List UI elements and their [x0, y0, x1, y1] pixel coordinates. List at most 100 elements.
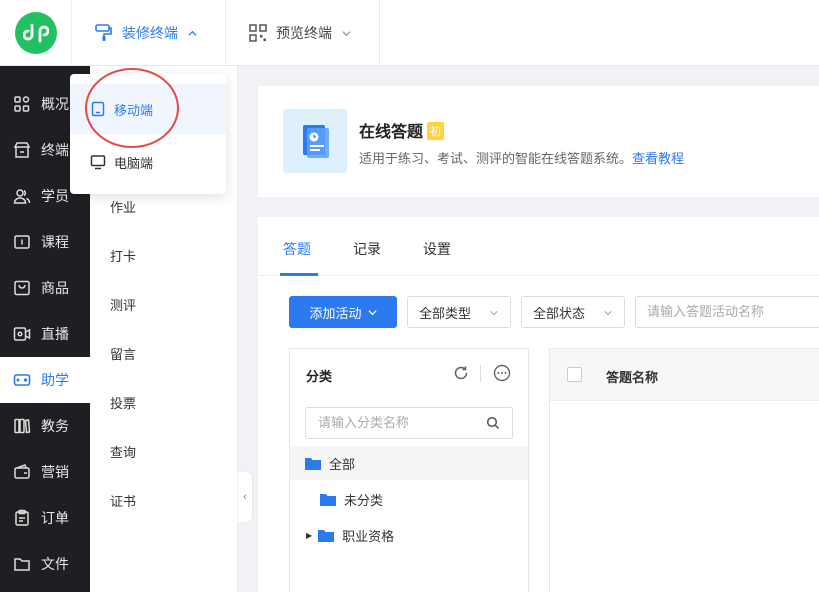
folder-icon [305, 457, 321, 470]
select-all-checkbox[interactable] [567, 367, 582, 382]
link-logo-icon [22, 23, 49, 43]
sidebar-item-label: 助学 [41, 372, 69, 388]
type-select[interactable]: 全部类型 [407, 296, 511, 328]
quiz-main-card: 答题 记录 设置 添加活动 全部类型 全部状态 请输入答题活动名称 分类 请输入… [258, 217, 819, 592]
subnav-item-assessment[interactable]: 测评 [110, 295, 136, 314]
sidebar-item-files[interactable]: 文件 [0, 541, 90, 587]
nav-decor-label: 装修终端 [122, 25, 178, 41]
sidebar-item-assist[interactable]: 助学 [0, 357, 90, 403]
tree-item-label: 全部 [329, 456, 356, 472]
tree-item-all[interactable]: 全部 [290, 446, 528, 480]
dropdown-item-label: 电脑端 [114, 155, 154, 171]
tree-item-label: 职业资格 [342, 528, 395, 544]
category-title: 分类 [306, 369, 333, 384]
app-description-text: 适用于练习、考试、测评的智能在线答题系统。 [359, 151, 633, 166]
sidebar-item-courses[interactable]: 课程 [0, 219, 90, 265]
app-title: 在线答题初 [359, 118, 445, 142]
status-select[interactable]: 全部状态 [521, 296, 625, 328]
chevron-up-icon [188, 30, 197, 36]
sidebar-item-label: 终端 [41, 142, 69, 158]
paint-roller-icon [95, 24, 112, 41]
sidebar-item-goods[interactable]: 商品 [0, 265, 90, 311]
clipboard-icon [15, 509, 29, 526]
sidebar-item-live[interactable]: 直播 [0, 311, 90, 357]
sidebar-item-label: 直播 [41, 326, 69, 342]
nav-decor-terminal[interactable]: 装修终端 [72, 0, 226, 66]
logo-cell [0, 0, 72, 66]
category-search-placeholder: 请输入分类名称 [318, 415, 410, 430]
caret-right-icon[interactable]: ▶ [306, 531, 312, 540]
sidebar-item-label: 课程 [41, 234, 69, 250]
wallet-icon [14, 464, 30, 479]
tab-settings[interactable]: 设置 [423, 239, 451, 259]
mobile-icon [91, 101, 105, 117]
table-header: 答题名称 [550, 349, 819, 401]
chevron-down-icon [367, 309, 377, 315]
app-level-badge: 初 [427, 122, 445, 140]
app-description: 适用于练习、考试、测评的智能在线答题系统。查看教程 [359, 148, 684, 167]
folder-icon [318, 529, 335, 542]
subnav-item-checkin[interactable]: 打卡 [110, 246, 136, 265]
tree-item-uncategorized[interactable]: 未分类 [290, 482, 528, 516]
quiz-table: 答题名称 [549, 348, 819, 592]
tab-records[interactable]: 记录 [353, 239, 381, 259]
app-title-text: 在线答题 [359, 124, 424, 141]
divider [480, 365, 481, 382]
sidebar-item-marketing[interactable]: 营销 [0, 449, 90, 495]
folder-icon [14, 558, 30, 571]
tab-quiz[interactable]: 答题 [283, 239, 311, 259]
sidebar-item-label: 文件 [41, 556, 69, 572]
nav-preview-label: 预览终端 [276, 25, 332, 41]
subnav-item-homework[interactable]: 作业 [110, 197, 136, 216]
dropdown-item-label: 移动端 [114, 102, 154, 118]
chevron-left-icon: ‹ [243, 491, 247, 503]
dropdown-item-mobile[interactable]: 移动端 [70, 84, 226, 134]
subnav-item-query[interactable]: 查询 [110, 442, 136, 461]
type-select-value: 全部类型 [419, 305, 472, 321]
monitor-icon [90, 155, 106, 170]
app-logo[interactable] [14, 12, 57, 54]
sidebar-item-label: 营销 [41, 464, 69, 480]
sidebar-item-label: 学员 [41, 188, 69, 204]
top-header: 装修终端 预览终端 [0, 0, 819, 66]
books-icon [14, 418, 31, 434]
chevron-down-icon [490, 311, 498, 316]
sidebar-item-label: 订单 [41, 510, 69, 526]
nav-preview-terminal[interactable]: 预览终端 [226, 0, 380, 66]
sidebar-item-orders[interactable]: 订单 [0, 495, 90, 541]
sidebar-item-label: 教务 [41, 418, 69, 434]
subnav-item-message[interactable]: 留言 [110, 344, 136, 363]
category-search-input[interactable]: 请输入分类名称 [305, 407, 513, 439]
tree-item-qualification[interactable]: ▶ 职业资格 [290, 518, 528, 552]
activity-search-input[interactable]: 请输入答题活动名称 [635, 296, 819, 328]
chevron-down-icon [342, 30, 351, 36]
tutorial-link[interactable]: 查看教程 [632, 151, 684, 166]
store-icon [13, 142, 31, 158]
users-icon [13, 189, 31, 204]
chevron-down-icon [604, 311, 612, 316]
category-panel: 分类 请输入分类名称 全部 未分类 ▶ 职业资格 [289, 348, 529, 592]
status-select-value: 全部状态 [533, 305, 586, 321]
grid-icon [14, 96, 30, 112]
column-quiz-name: 答题名称 [606, 370, 659, 385]
sidebar-item-label: 商品 [41, 280, 69, 296]
active-tab-indicator [280, 273, 318, 276]
refresh-icon[interactable] [452, 364, 470, 382]
search-icon [486, 416, 500, 430]
add-activity-button[interactable]: 添加活动 [289, 296, 397, 328]
add-activity-label: 添加活动 [309, 305, 362, 321]
collapse-subnav-button[interactable]: ‹ [238, 472, 252, 522]
dropdown-item-pc[interactable]: 电脑端 [70, 137, 226, 187]
folder-icon [320, 493, 336, 506]
terminal-dropdown-menu: 移动端 电脑端 [70, 74, 226, 194]
app-info-card: 在线答题初 适用于练习、考试、测评的智能在线答题系统。查看教程 [258, 86, 819, 197]
subnav-item-certificate[interactable]: 证书 [110, 491, 136, 510]
subnav-item-vote[interactable]: 投票 [110, 393, 136, 412]
course-icon [14, 235, 30, 249]
document-clock-icon [303, 125, 329, 158]
more-icon[interactable] [493, 364, 511, 382]
gamepad-icon [13, 374, 31, 386]
tab-bar: 答题 记录 设置 [258, 217, 819, 276]
sidebar-item-academic[interactable]: 教务 [0, 403, 90, 449]
tree-item-label: 未分类 [344, 492, 384, 508]
